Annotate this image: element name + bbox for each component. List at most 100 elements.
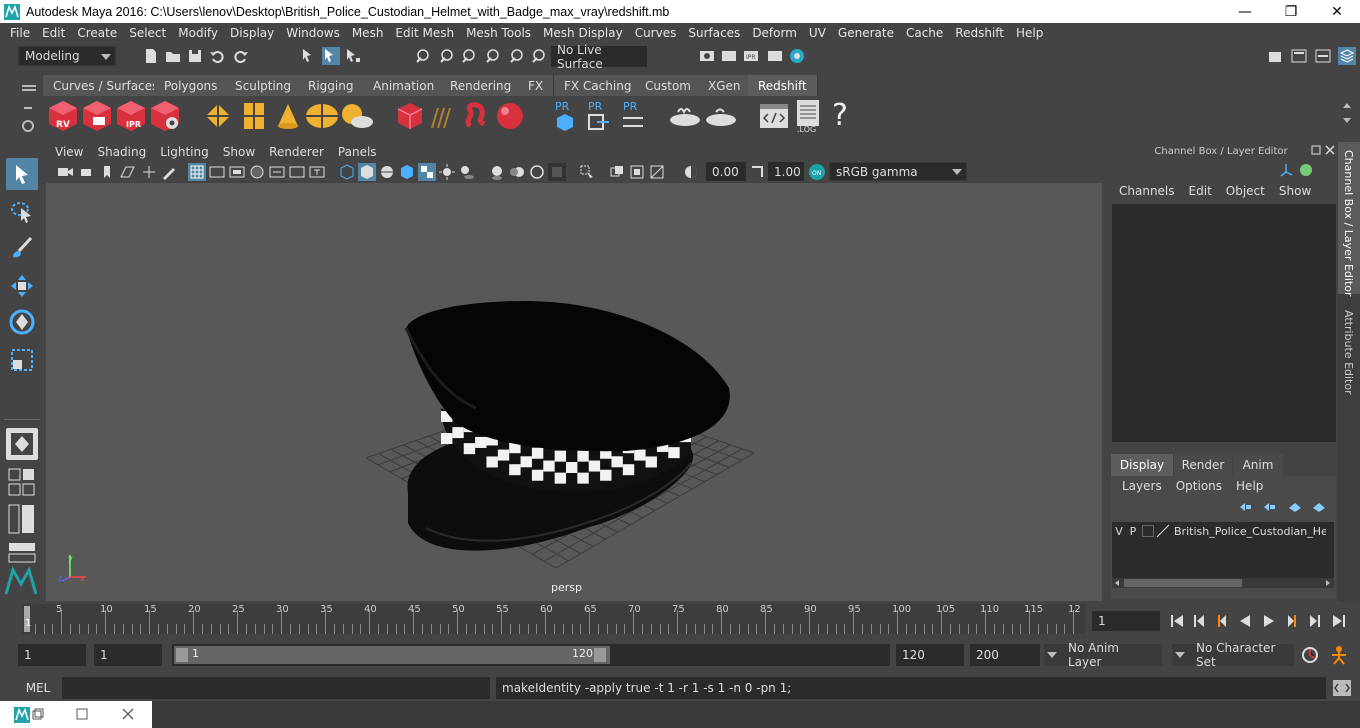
- channel-box-menu-object[interactable]: Object: [1219, 184, 1272, 198]
- menu-mesh-display[interactable]: Mesh Display: [537, 26, 629, 40]
- shelf-menu-icon[interactable]: [20, 78, 38, 96]
- perspective-viewport[interactable]: y x z persp: [46, 183, 1102, 601]
- redshift-volume-icon[interactable]: [462, 100, 494, 132]
- menu-modify[interactable]: Modify: [172, 26, 224, 40]
- redshift-ipr-icon[interactable]: IPR: [114, 99, 148, 133]
- snap-to-view-plane-icon[interactable]: [484, 47, 502, 65]
- step-forward-frame-icon[interactable]: [1306, 612, 1324, 630]
- menu-file[interactable]: File: [4, 26, 36, 40]
- channel-box-menu-show[interactable]: Show: [1272, 184, 1318, 198]
- film-gate-icon[interactable]: [208, 163, 226, 181]
- current-frame-field[interactable]: 1: [1092, 611, 1160, 631]
- viewport-menu-view[interactable]: View: [48, 145, 90, 159]
- layer-tab-anim[interactable]: Anim: [1233, 454, 1283, 476]
- snap-to-grid-icon[interactable]: [414, 47, 432, 65]
- layer-display-type-toggle[interactable]: [1142, 525, 1154, 537]
- ambient-occlusion-icon[interactable]: [488, 163, 506, 181]
- redshift-dome-light-icon[interactable]: [304, 100, 340, 132]
- step-back-key-icon[interactable]: [1212, 612, 1230, 630]
- layer-menu-options[interactable]: Options: [1169, 479, 1229, 493]
- menu-uv[interactable]: UV: [803, 26, 832, 40]
- depth-of-field-icon[interactable]: [548, 163, 566, 181]
- play-backwards-icon[interactable]: [1236, 612, 1254, 630]
- select-by-component-icon[interactable]: [344, 47, 362, 65]
- playback-end-field[interactable]: 120: [896, 644, 964, 666]
- shelf-arrow-icon[interactable]: [20, 100, 36, 116]
- redshift-light-icon[interactable]: [202, 100, 234, 132]
- redshift-area-light-icon[interactable]: [238, 100, 270, 132]
- anim-layer-selector[interactable]: No Anim Layer: [1044, 641, 1162, 669]
- gate-mask-icon[interactable]: [248, 163, 266, 181]
- shelf-tab-redshift[interactable]: Redshift: [748, 75, 818, 96]
- shelf-scroll-arrows[interactable]: [1342, 100, 1352, 134]
- step-forward-key-icon[interactable]: [1284, 612, 1302, 630]
- select-by-hierarchy-icon[interactable]: [300, 47, 318, 65]
- menu-cache[interactable]: Cache: [900, 26, 949, 40]
- xray-icon[interactable]: [608, 163, 626, 181]
- xray-components-icon[interactable]: [648, 163, 666, 181]
- layer-menu-layers[interactable]: Layers: [1115, 479, 1169, 493]
- go-to-end-icon[interactable]: [1330, 612, 1348, 630]
- shelf-tab-sculpting[interactable]: Sculpting: [225, 75, 303, 96]
- hypershade-icon[interactable]: [788, 47, 806, 65]
- redshift-hair-icon[interactable]: [428, 100, 460, 132]
- anti-aliasing-icon[interactable]: [528, 163, 546, 181]
- snap-to-surface-icon[interactable]: [508, 47, 526, 65]
- range-slider-start-handle[interactable]: [176, 648, 188, 662]
- animation-start-field[interactable]: 1: [18, 644, 86, 666]
- maximize-icon[interactable]: [76, 708, 88, 720]
- safe-action-icon[interactable]: [288, 163, 306, 181]
- script-editor-icon[interactable]: [1332, 679, 1352, 697]
- redshift-proxy-icon[interactable]: [394, 100, 426, 132]
- layout-other-button[interactable]: [8, 542, 36, 564]
- xray-joints-icon[interactable]: [628, 163, 646, 181]
- viewport-menu-show[interactable]: Show: [216, 145, 262, 159]
- close-button[interactable]: ✕: [1314, 0, 1360, 23]
- menu-select[interactable]: Select: [123, 26, 172, 40]
- layer-tab-display[interactable]: Display: [1111, 454, 1173, 476]
- gamma-icon[interactable]: [748, 163, 766, 181]
- viewport-menu-renderer[interactable]: Renderer: [262, 145, 331, 159]
- shelf-tab-xgen[interactable]: XGen: [698, 75, 752, 96]
- camera-attributes-icon[interactable]: [78, 163, 96, 181]
- character-set-selector[interactable]: No Character Set: [1172, 641, 1294, 669]
- smooth-shade-icon[interactable]: [358, 163, 376, 181]
- safe-title-icon[interactable]: [308, 163, 326, 181]
- go-to-start-icon[interactable]: [1168, 612, 1186, 630]
- range-slider-end-handle[interactable]: [594, 648, 606, 662]
- scrollbar-thumb[interactable]: [1124, 579, 1242, 587]
- attribute-editor-toggle-icon[interactable]: [1290, 47, 1308, 65]
- channel-box-axes-icon[interactable]: [1278, 162, 1294, 178]
- shelf-tab-custom[interactable]: Custom: [635, 75, 702, 96]
- maximize-button[interactable]: ❐: [1268, 0, 1314, 23]
- shelf-tab-polygons[interactable]: Polygons: [154, 75, 229, 96]
- new-scene-icon[interactable]: [142, 47, 160, 65]
- float-panel-icon[interactable]: [1310, 144, 1322, 156]
- redo-icon[interactable]: [232, 47, 250, 65]
- close-panel-icon[interactable]: [1324, 144, 1336, 156]
- pr-object-icon[interactable]: PR: [552, 98, 578, 134]
- resolution-gate-icon[interactable]: [228, 163, 246, 181]
- redshift-render-settings-icon[interactable]: [148, 99, 182, 133]
- redshift-sphere-icon[interactable]: [494, 100, 526, 132]
- pr-export-icon[interactable]: PR: [585, 98, 611, 134]
- layer-playback-toggle[interactable]: P: [1126, 525, 1140, 538]
- grease-pencil-icon[interactable]: [160, 163, 178, 181]
- menu-curves[interactable]: Curves: [629, 26, 683, 40]
- field-chart-icon[interactable]: [268, 163, 286, 181]
- undo-icon[interactable]: [208, 47, 226, 65]
- lasso-tool-button[interactable]: [6, 196, 38, 228]
- shelf-tab-rigging[interactable]: Rigging: [298, 75, 365, 96]
- redshift-render-view-icon[interactable]: RV: [46, 99, 80, 133]
- range-slider-handle-bar[interactable]: [174, 646, 610, 664]
- 2d-pan-zoom-icon[interactable]: [140, 163, 158, 181]
- viewport-menu-shading[interactable]: Shading: [90, 145, 153, 159]
- channel-box-menu-edit[interactable]: Edit: [1182, 184, 1219, 198]
- minimize-button[interactable]: —: [1222, 0, 1268, 23]
- minimized-window-bar[interactable]: [0, 701, 152, 728]
- menu-mesh-tools[interactable]: Mesh Tools: [460, 26, 537, 40]
- image-plane-icon[interactable]: [118, 163, 136, 181]
- live-surface-field[interactable]: No Live Surface: [551, 43, 647, 71]
- menu-generate[interactable]: Generate: [832, 26, 900, 40]
- color-management-toggle-icon[interactable]: ON: [808, 163, 826, 181]
